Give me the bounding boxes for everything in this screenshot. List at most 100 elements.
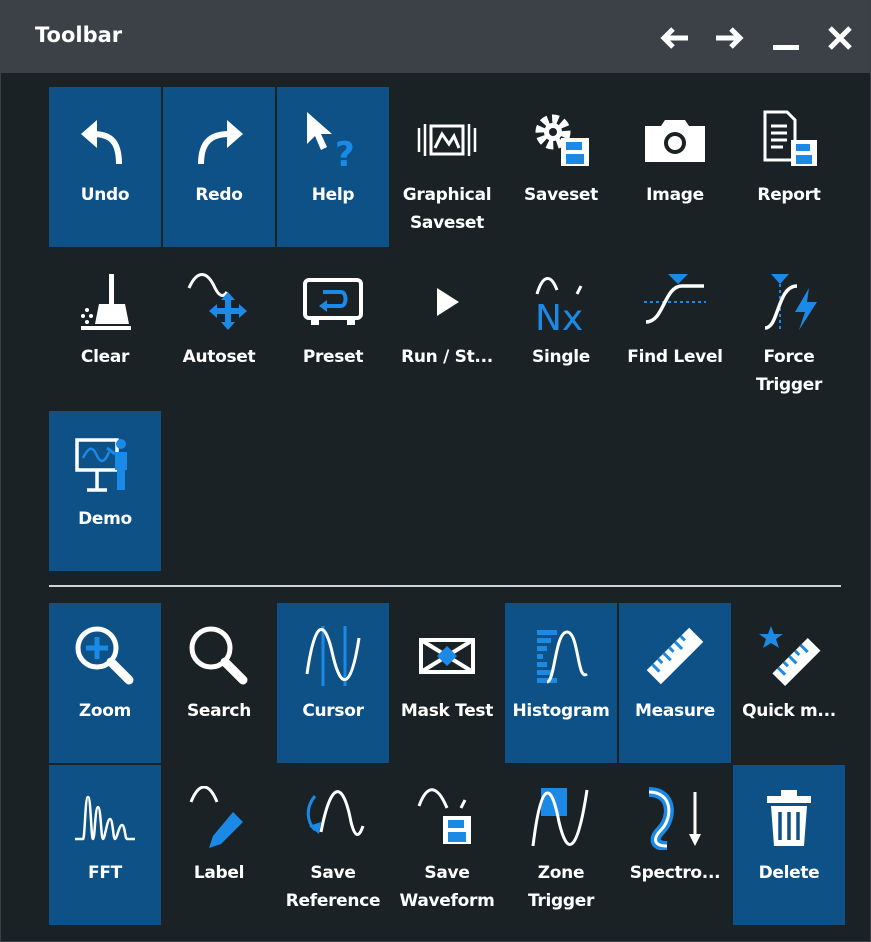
search-label: Search <box>186 701 251 721</box>
fft-button[interactable]: FFT <box>49 765 161 925</box>
play-icon <box>437 288 459 316</box>
redo-icon <box>198 120 243 165</box>
close-icon <box>828 26 852 50</box>
clear-broom-icon <box>81 274 131 330</box>
trash-icon <box>767 790 811 846</box>
delete-button[interactable]: Delete <box>733 765 845 925</box>
single-button[interactable]: Nx Single <box>505 249 617 409</box>
redo-button[interactable]: Redo <box>163 87 275 247</box>
toolbar-bottom-grid: Zoom Search Cursor Mask Test Histogram M… <box>49 603 845 925</box>
report-button[interactable]: Report <box>733 87 845 247</box>
quick-measure-button[interactable]: Quick m... <box>733 603 845 763</box>
measure-label: Measure <box>635 701 715 721</box>
svg-text:?: ? <box>335 135 355 170</box>
help-icon: ? <box>307 112 355 170</box>
close-button[interactable] <box>823 23 857 53</box>
saveset-icon <box>535 114 589 166</box>
saveset-label: Saveset <box>523 185 598 205</box>
undo-button[interactable]: Undo <box>49 87 161 247</box>
fft-label: FFT <box>88 863 122 883</box>
find-level-button[interactable]: Find Level <box>619 249 731 409</box>
demo-icon <box>75 438 127 492</box>
label-label: Label <box>193 863 245 883</box>
clear-label: Clear <box>80 347 130 367</box>
help-button[interactable]: ? Help <box>277 87 389 247</box>
measure-button[interactable]: Measure <box>619 603 731 763</box>
spectrogram-button[interactable]: Spectro... <box>619 765 731 925</box>
run-stop-label: Run / St... <box>401 347 493 367</box>
zone-trigger-button[interactable]: Zone Trigger <box>505 765 617 925</box>
single-nx-icon: Nx <box>535 277 583 332</box>
demo-button[interactable]: Demo <box>49 411 161 571</box>
histogram-icon <box>537 630 588 684</box>
force-trigger-button[interactable]: Force Trigger <box>733 249 845 409</box>
zone-trigger-icon <box>531 788 589 847</box>
find-level-label: Find Level <box>627 347 723 367</box>
back-arrow-button[interactable] <box>657 23 691 53</box>
mask-test-button[interactable]: Mask Test <box>391 603 503 763</box>
cursor-icon <box>305 626 361 686</box>
graphical-saveset-label: Graphical Saveset <box>402 185 492 233</box>
find-level-icon <box>644 274 706 324</box>
save-reference-button[interactable]: Save Reference <box>277 765 389 925</box>
help-label: Help <box>311 185 355 205</box>
cursor-button[interactable]: Cursor <box>277 603 389 763</box>
minimize-button[interactable] <box>769 23 803 53</box>
measure-ruler-icon <box>646 627 704 685</box>
fft-icon <box>75 795 135 841</box>
demo-label: Demo <box>78 509 132 529</box>
quick-measure-label: Quick m... <box>742 701 836 721</box>
undo-icon <box>81 120 122 165</box>
zoom-button[interactable]: Zoom <box>49 603 161 763</box>
toolbar-window: Toolbar Undo Redo ? Help Graphical Saves… <box>0 0 871 942</box>
camera-icon <box>645 120 705 162</box>
save-waveform-button[interactable]: Save Waveform <box>391 765 503 925</box>
force-trigger-icon <box>764 274 817 330</box>
title-bar: Toolbar <box>1 1 870 73</box>
zone-trigger-label: Zone Trigger <box>527 863 595 911</box>
autoset-label: Autoset <box>182 347 256 367</box>
quick-measure-icon <box>759 626 821 687</box>
zoom-label: Zoom <box>78 701 132 721</box>
forward-arrow-icon <box>716 27 744 49</box>
back-arrow-icon <box>660 27 688 49</box>
histogram-label: Histogram <box>512 701 610 721</box>
cursor-label: Cursor <box>302 701 364 721</box>
mask-test-label: Mask Test <box>400 701 494 721</box>
preset-label: Preset <box>302 347 364 367</box>
histogram-button[interactable]: Histogram <box>505 603 617 763</box>
save-waveform-label: Save Waveform <box>399 863 495 911</box>
autoset-icon <box>187 273 247 330</box>
undo-label: Undo <box>80 185 130 205</box>
report-label: Report <box>757 185 821 205</box>
svg-text:Nx: Nx <box>535 298 583 332</box>
preset-icon <box>303 278 363 325</box>
search-icon <box>189 626 248 685</box>
spectrogram-label: Spectro... <box>629 863 721 883</box>
graphical-saveset-icon <box>417 124 477 156</box>
force-trigger-label: Force Trigger <box>755 347 823 395</box>
saveset-button[interactable]: Saveset <box>505 87 617 247</box>
label-button[interactable]: Label <box>163 765 275 925</box>
redo-label: Redo <box>195 185 243 205</box>
graphical-saveset-button[interactable]: Graphical Saveset <box>391 87 503 247</box>
save-waveform-icon <box>417 788 471 844</box>
mask-test-icon <box>419 638 475 674</box>
delete-label: Delete <box>758 863 820 883</box>
single-label: Single <box>532 347 590 367</box>
forward-arrow-button[interactable] <box>713 23 747 53</box>
zoom-icon <box>75 626 134 685</box>
search-button[interactable]: Search <box>163 603 275 763</box>
image-label: Image <box>646 185 704 205</box>
report-icon <box>763 110 817 166</box>
run-stop-button[interactable]: Run / St... <box>391 249 503 409</box>
clear-button[interactable]: Clear <box>49 249 161 409</box>
window-title: Toolbar <box>35 23 123 47</box>
spectrogram-icon <box>648 787 701 850</box>
save-reference-label: Save Reference <box>285 863 381 911</box>
image-button[interactable]: Image <box>619 87 731 247</box>
label-pen-icon <box>189 786 243 848</box>
save-reference-icon <box>306 790 365 836</box>
preset-button[interactable]: Preset <box>277 249 389 409</box>
autoset-button[interactable]: Autoset <box>163 249 275 409</box>
